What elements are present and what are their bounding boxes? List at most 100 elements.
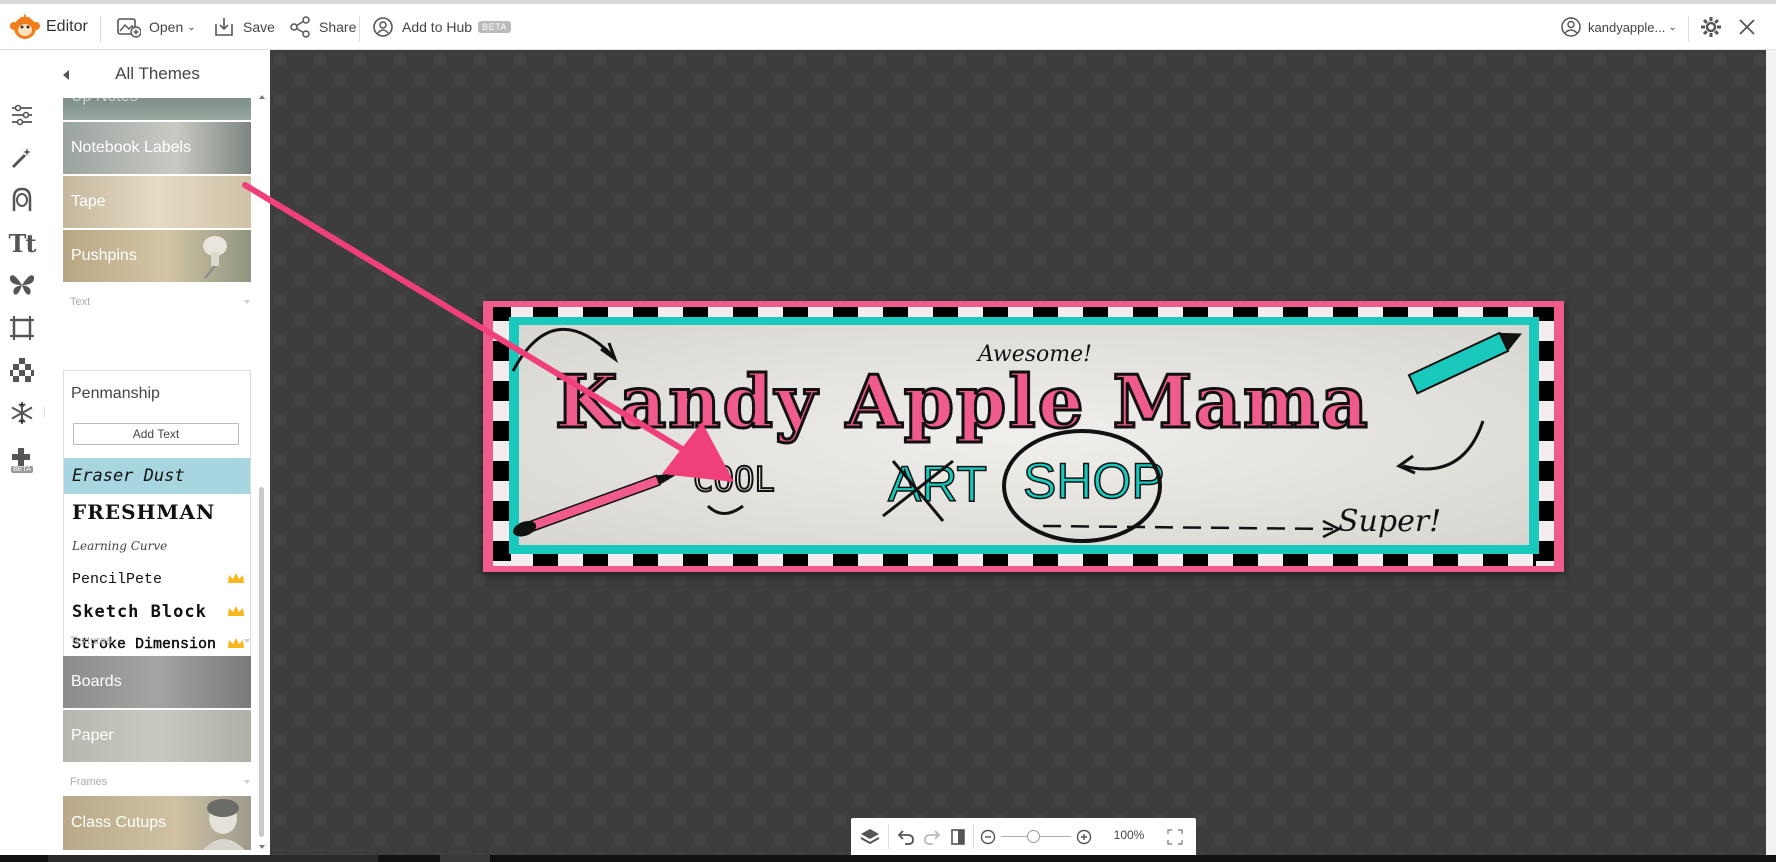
app-name: Editor — [46, 18, 88, 35]
font-label: Eraser Dust — [72, 466, 185, 486]
font-label: Sketch Block — [72, 602, 207, 622]
text-icon[interactable]: Tt — [8, 229, 37, 258]
beta-badge: BETA — [11, 465, 33, 473]
layers-icon[interactable] — [857, 826, 883, 848]
section-label: Text — [70, 296, 91, 308]
frame-class-cutups[interactable]: Class Cutups — [63, 796, 251, 850]
theme-label: Pushpins — [71, 247, 137, 264]
text-box-heading: Penmanship — [71, 385, 160, 402]
theme-label: Up Notes — [71, 98, 138, 106]
settings-button[interactable] — [1700, 4, 1722, 50]
app-logo[interactable]: Editor — [10, 4, 88, 50]
open-label: Open — [149, 19, 184, 35]
add-ons-icon[interactable]: BETA — [8, 441, 36, 477]
zoom-in-icon[interactable] — [1075, 826, 1093, 848]
account-menu[interactable]: kandyapple... ⌄ — [1560, 4, 1677, 50]
share-icon — [290, 16, 310, 38]
crown-icon — [228, 606, 244, 616]
snowflake-icon[interactable] — [8, 399, 51, 427]
divider — [973, 824, 974, 849]
hub-label: Add to Hub — [402, 19, 473, 35]
panel-header: All Themes — [45, 50, 270, 98]
add-to-hub-button[interactable]: Add to Hub BETA — [372, 4, 511, 50]
theme-label: Notebook Labels — [71, 139, 192, 156]
section-label: Frames — [70, 776, 108, 788]
tool-icon-bar: Tt BETA — [0, 50, 51, 855]
theme-pushpins[interactable]: Pushpins — [63, 230, 251, 282]
font-sketch-block[interactable]: Sketch Block — [64, 594, 250, 630]
text-theme-box: Penmanship Add Text Eraser Dust FRESHMAN… — [63, 370, 251, 674]
zoom-level: 100% — [1113, 828, 1145, 842]
face-icon[interactable] — [8, 186, 36, 214]
font-learning-curve[interactable]: Learning Curve — [64, 528, 250, 564]
share-button[interactable]: Share — [289, 4, 356, 50]
strip-segment — [48, 855, 378, 862]
hub-icon — [373, 17, 393, 37]
art-text: ART — [888, 456, 987, 512]
texture-boards[interactable]: Boards — [63, 656, 251, 708]
compare-icon[interactable] — [947, 826, 969, 848]
texture-label: Paper — [71, 727, 114, 744]
section-header-text[interactable]: Text — [70, 296, 250, 308]
canvas-scrollbar[interactable] — [1766, 50, 1776, 855]
section-header-frames[interactable]: Frames — [70, 776, 250, 788]
zoom-toolbar: 100% — [851, 818, 1196, 855]
font-label: FRESHMAN — [72, 500, 216, 524]
crown-icon — [228, 573, 244, 583]
theme-label: Tape — [71, 193, 106, 210]
banner-image[interactable]: Kandy Apple Mama Awesome! COOL ART SHOP … — [242, 182, 1564, 572]
font-pencilpete[interactable]: PencilPete — [64, 561, 250, 597]
theme-notebook-labels[interactable]: Notebook Labels — [63, 122, 251, 174]
close-button[interactable] — [1738, 4, 1756, 50]
section-header-textures[interactable]: Textures — [70, 635, 250, 647]
frame-icon[interactable] — [8, 314, 36, 342]
super-text: Super! — [1338, 504, 1441, 539]
zoom-slider-thumb[interactable] — [1027, 830, 1040, 843]
texture-icon[interactable] — [8, 356, 36, 384]
save-button[interactable]: Save — [213, 4, 275, 50]
bottom-strip — [0, 855, 1776, 862]
divider — [359, 16, 360, 42]
frame-label: Class Cutups — [71, 814, 167, 831]
magic-wand-icon[interactable] — [8, 144, 36, 172]
chevron-down-icon: ⌄ — [1668, 21, 1677, 33]
pointer-arrow-annotation — [242, 182, 734, 482]
font-eraser-dust[interactable]: Eraser Dust — [64, 458, 250, 494]
back-arrow-icon[interactable] — [63, 70, 69, 80]
open-image-icon — [117, 18, 141, 38]
top-toolbar: Editor Open ⌄ Save Share Add to Hub BETA… — [0, 0, 1776, 50]
share-label: Share — [319, 19, 357, 35]
shop-text: SHOP — [1023, 453, 1165, 509]
theme-up-notes[interactable]: Up Notes — [63, 98, 251, 120]
adjustments-icon[interactable] — [8, 101, 36, 129]
scroll-up-icon[interactable] — [259, 95, 265, 99]
section-label: Textures — [70, 635, 112, 647]
chevron-down-icon: ⌄ — [187, 21, 196, 33]
chevron-down-icon — [244, 780, 250, 784]
theme-tape[interactable]: Tape — [63, 176, 251, 228]
chevron-down-icon — [244, 639, 250, 643]
font-label: Learning Curve — [72, 539, 168, 553]
zoom-out-icon[interactable] — [979, 826, 997, 848]
redo-icon[interactable] — [921, 826, 943, 848]
scroll-thumb[interactable] — [259, 487, 264, 837]
scroll-down-icon[interactable] — [259, 845, 265, 849]
texture-paper[interactable]: Paper — [63, 710, 251, 762]
undo-icon[interactable] — [895, 826, 917, 848]
font-freshman[interactable]: FRESHMAN — [64, 494, 250, 530]
themes-panel: All Themes Up Notes Notebook Labels Tape… — [45, 50, 270, 855]
user-avatar-icon — [1561, 17, 1581, 37]
portrait-thumbnail-icon — [203, 799, 245, 850]
beta-badge: BETA — [478, 21, 511, 33]
divider — [888, 824, 889, 849]
fullscreen-icon[interactable] — [1166, 826, 1184, 848]
add-text-button[interactable]: Add Text — [73, 423, 239, 445]
strip-segment — [440, 855, 490, 862]
butterfly-icon[interactable] — [8, 271, 36, 299]
user-name: kandyapple... — [1588, 19, 1666, 35]
open-button[interactable]: Open ⌄ — [117, 4, 196, 50]
pushpin-icon — [203, 236, 227, 278]
font-label: PencilPete — [72, 570, 163, 588]
close-icon — [1739, 19, 1755, 35]
texture-label: Boards — [71, 673, 122, 690]
